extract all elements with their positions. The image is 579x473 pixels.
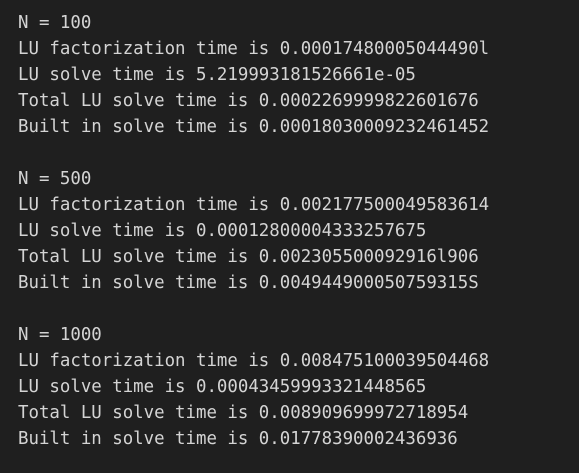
block-2-lu-factorization-line: LU factorization time is 0.0021775000495… [18, 195, 490, 215]
block-2-built-in-solve-line: Built in solve time is 0.004944900050759… [18, 273, 479, 293]
block-2-total-lu-solve-line: Total LU solve time is 0.002305500092916… [18, 247, 479, 267]
block-1-header: N = 100 [18, 13, 92, 33]
block-3-built-in-solve-line: Built in solve time is 0.017783900024369… [18, 429, 458, 449]
block-3-total-lu-solve-line: Total LU solve time is 0.008909699972718… [18, 403, 469, 423]
block-2-lu-solve-line: LU solve time is 0.00012800004333257675 [18, 221, 427, 241]
block-1-lu-solve-line: LU solve time is 5.219993181526661e-05 [18, 65, 416, 85]
terminal-output: N = 100 LU factorization time is 0.00017… [0, 0, 579, 473]
block-3-header: N = 1000 [18, 325, 102, 345]
block-1-built-in-solve-line: Built in solve time is 0.000180300092324… [18, 117, 490, 137]
block-1-total-lu-solve-line: Total LU solve time is 0.000226999982260… [18, 91, 479, 111]
block-2-header: N = 500 [18, 169, 92, 189]
block-1-lu-factorization-line: LU factorization time is 0.0001748000504… [18, 39, 490, 59]
block-3-lu-factorization-line: LU factorization time is 0.0084751000395… [18, 351, 490, 371]
block-3-lu-solve-line: LU solve time is 0.00043459993321448565 [18, 377, 427, 397]
